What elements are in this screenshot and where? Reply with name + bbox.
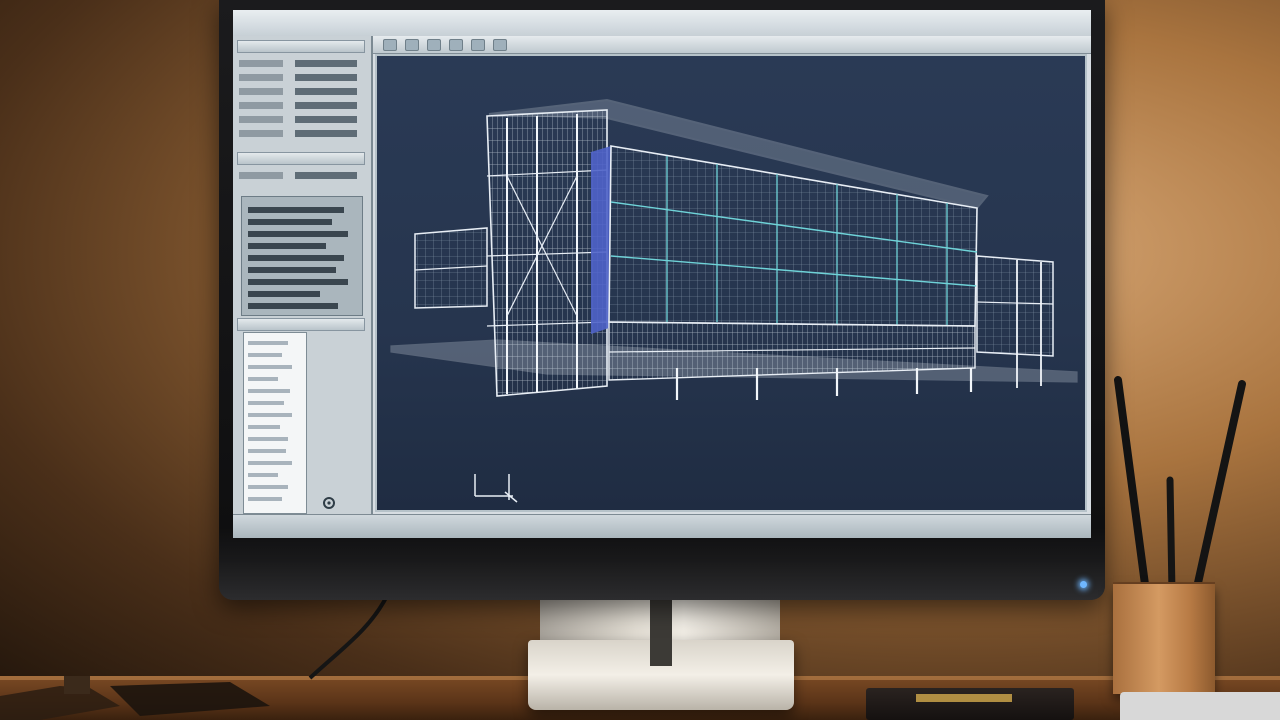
toolbar-button[interactable] <box>405 38 419 51</box>
monitor-stand-slot <box>650 600 672 666</box>
layer-list[interactable] <box>241 196 363 316</box>
layer-row[interactable] <box>248 243 326 249</box>
layer-row[interactable] <box>248 267 336 273</box>
pencils <box>1114 376 1246 596</box>
layer-row[interactable] <box>248 219 332 225</box>
monitor <box>219 0 1105 600</box>
pencil-cup <box>1113 584 1215 694</box>
layer-row[interactable] <box>248 279 348 285</box>
3d-viewport[interactable] <box>375 54 1087 512</box>
axis-gizmo-icon <box>474 474 518 503</box>
property-row[interactable] <box>239 102 363 111</box>
cad-title-bar <box>233 10 1091 37</box>
property-row[interactable] <box>239 116 363 125</box>
property-row[interactable] <box>239 130 363 139</box>
toolbar-button[interactable] <box>449 38 463 51</box>
layer-row[interactable] <box>248 255 344 261</box>
toolbar-button[interactable] <box>493 38 507 51</box>
monitor-cable <box>308 593 390 680</box>
layer-row[interactable] <box>248 291 320 297</box>
monitor-screen <box>233 10 1091 538</box>
layer-row[interactable] <box>248 303 338 309</box>
panel-header[interactable] <box>237 318 365 331</box>
status-bar <box>233 514 1091 538</box>
layer-row[interactable] <box>248 207 344 213</box>
toolbar-button[interactable] <box>427 38 441 51</box>
property-row[interactable] <box>239 88 363 97</box>
properties-panel <box>233 36 373 514</box>
keyboard <box>1120 692 1280 720</box>
notebook <box>866 688 1074 720</box>
panel-header[interactable] <box>237 152 365 165</box>
monitor-chin <box>219 562 1105 600</box>
object-list[interactable] <box>243 332 307 514</box>
cad-toolbar <box>373 36 1091 54</box>
building-wireframe <box>390 98 1078 503</box>
property-row[interactable] <box>239 74 363 83</box>
panel-header[interactable] <box>237 40 365 53</box>
settings-icon[interactable] <box>319 496 339 510</box>
toolbar-button[interactable] <box>471 38 485 51</box>
power-led-icon <box>1080 581 1087 588</box>
desk-objects-left <box>0 676 270 720</box>
notebook-label <box>916 694 1012 702</box>
toolbar-button[interactable] <box>383 38 397 51</box>
property-row[interactable] <box>239 172 363 181</box>
property-row[interactable] <box>239 60 363 69</box>
layer-row[interactable] <box>248 231 348 237</box>
